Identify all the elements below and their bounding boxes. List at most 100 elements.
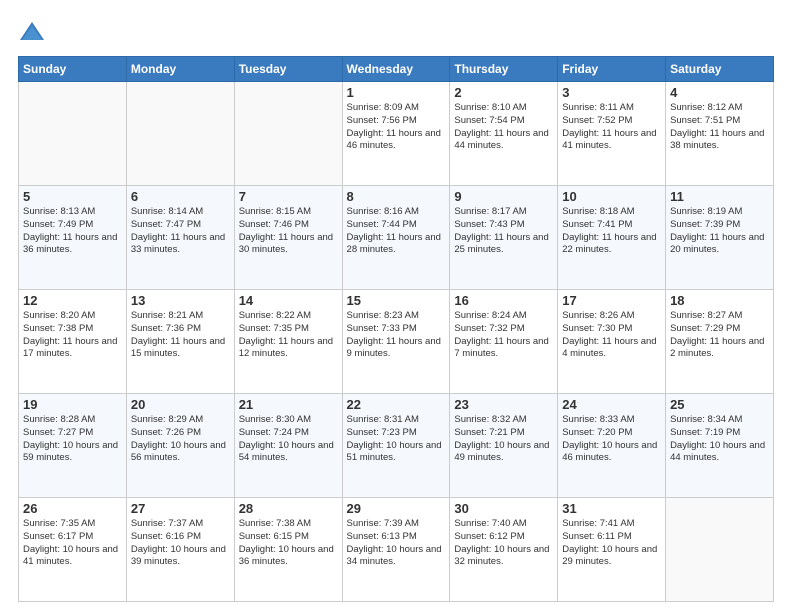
- day-cell-5: 5 Sunrise: 8:13 AMSunset: 7:49 PMDaylight…: [19, 186, 127, 290]
- day-info: Sunrise: 8:17 AMSunset: 7:43 PMDaylight:…: [454, 206, 553, 257]
- day-number: 7: [239, 189, 338, 204]
- day-cell-26: 26 Sunrise: 7:35 AMSunset: 6:17 PMDayligh…: [19, 498, 127, 602]
- day-info: Sunrise: 8:14 AMSunset: 7:47 PMDaylight:…: [131, 206, 230, 257]
- day-cell-2: 2 Sunrise: 8:10 AMSunset: 7:54 PMDaylight…: [450, 82, 558, 186]
- day-info: Sunrise: 7:37 AMSunset: 6:16 PMDaylight:…: [131, 518, 230, 569]
- day-number: 30: [454, 501, 553, 516]
- day-cell-4: 4 Sunrise: 8:12 AMSunset: 7:51 PMDaylight…: [666, 82, 774, 186]
- day-number: 25: [670, 397, 769, 412]
- day-cell-28: 28Sunrise: 7:38 AMSunset: 6:15 PMDayligh…: [234, 498, 342, 602]
- day-number: 24: [562, 397, 661, 412]
- day-number: 31: [562, 501, 661, 516]
- day-info: Sunrise: 8:09 AMSunset: 7:56 PMDaylight:…: [347, 102, 446, 153]
- day-info: Sunrise: 8:27 AMSunset: 7:29 PMDaylight:…: [670, 310, 769, 361]
- day-number: 23: [454, 397, 553, 412]
- day-info: Sunrise: 8:33 AMSunset: 7:20 PMDaylight:…: [562, 414, 661, 465]
- day-number: 16: [454, 293, 553, 308]
- day-cell-14: 14 Sunrise: 8:22 AMSunset: 7:35 PMDayligh…: [234, 290, 342, 394]
- day-info: Sunrise: 8:32 AMSunset: 7:21 PMDaylight:…: [454, 414, 553, 465]
- weekday-header-sunday: Sunday: [19, 57, 127, 82]
- calendar: SundayMondayTuesdayWednesdayThursdayFrid…: [18, 56, 774, 602]
- weekday-header-tuesday: Tuesday: [234, 57, 342, 82]
- logo: [18, 18, 50, 46]
- day-info: Sunrise: 8:21 AMSunset: 7:36 PMDaylight:…: [131, 310, 230, 361]
- day-cell-10: 10 Sunrise: 8:18 AMSunset: 7:41 PMDayligh…: [558, 186, 666, 290]
- day-cell-6: 6 Sunrise: 8:14 AMSunset: 7:47 PMDaylight…: [126, 186, 234, 290]
- day-info: Sunrise: 8:30 AMSunset: 7:24 PMDaylight:…: [239, 414, 338, 465]
- day-cell-11: 11 Sunrise: 8:19 AMSunset: 7:39 PMDayligh…: [666, 186, 774, 290]
- day-info: Sunrise: 8:26 AMSunset: 7:30 PMDaylight:…: [562, 310, 661, 361]
- day-number: 4: [670, 85, 769, 100]
- day-info: Sunrise: 8:28 AMSunset: 7:27 PMDaylight:…: [23, 414, 122, 465]
- day-cell-29: 29Sunrise: 7:39 AMSunset: 6:13 PMDayligh…: [342, 498, 450, 602]
- day-info: Sunrise: 8:13 AMSunset: 7:49 PMDaylight:…: [23, 206, 122, 257]
- day-cell-31: 31 Sunrise: 7:41 AMSunset: 6:11 PMDayligh…: [558, 498, 666, 602]
- day-number: 22: [347, 397, 446, 412]
- day-info: Sunrise: 8:23 AMSunset: 7:33 PMDaylight:…: [347, 310, 446, 361]
- day-number: 28: [239, 501, 338, 516]
- day-info: Sunrise: 8:19 AMSunset: 7:39 PMDaylight:…: [670, 206, 769, 257]
- day-info: Sunrise: 7:40 AMSunset: 6:12 PMDaylight:…: [454, 518, 553, 569]
- day-number: 8: [347, 189, 446, 204]
- day-number: 1: [347, 85, 446, 100]
- week-row-4: 26 Sunrise: 7:35 AMSunset: 6:17 PMDayligh…: [19, 498, 774, 602]
- day-number: 12: [23, 293, 122, 308]
- weekday-header-friday: Friday: [558, 57, 666, 82]
- day-number: 9: [454, 189, 553, 204]
- day-cell-9: 9 Sunrise: 8:17 AMSunset: 7:43 PMDaylight…: [450, 186, 558, 290]
- header: [18, 18, 774, 46]
- weekday-header-row: SundayMondayTuesdayWednesdayThursdayFrid…: [19, 57, 774, 82]
- day-cell-27: 27Sunrise: 7:37 AMSunset: 6:16 PMDayligh…: [126, 498, 234, 602]
- day-info: Sunrise: 7:35 AMSunset: 6:17 PMDaylight:…: [23, 518, 122, 569]
- day-info: Sunrise: 8:10 AMSunset: 7:54 PMDaylight:…: [454, 102, 553, 153]
- day-info: Sunrise: 8:11 AMSunset: 7:52 PMDaylight:…: [562, 102, 661, 153]
- day-info: Sunrise: 8:12 AMSunset: 7:51 PMDaylight:…: [670, 102, 769, 153]
- day-cell-13: 13 Sunrise: 8:21 AMSunset: 7:36 PMDayligh…: [126, 290, 234, 394]
- empty-cell: [19, 82, 127, 186]
- day-number: 3: [562, 85, 661, 100]
- day-number: 26: [23, 501, 122, 516]
- day-cell-24: 24 Sunrise: 8:33 AMSunset: 7:20 PMDayligh…: [558, 394, 666, 498]
- day-cell-16: 16Sunrise: 8:24 AMSunset: 7:32 PMDayligh…: [450, 290, 558, 394]
- day-number: 19: [23, 397, 122, 412]
- weekday-header-monday: Monday: [126, 57, 234, 82]
- day-info: Sunrise: 8:18 AMSunset: 7:41 PMDaylight:…: [562, 206, 661, 257]
- day-cell-17: 17 Sunrise: 8:26 AMSunset: 7:30 PMDayligh…: [558, 290, 666, 394]
- day-number: 6: [131, 189, 230, 204]
- day-cell-21: 21 Sunrise: 8:30 AMSunset: 7:24 PMDayligh…: [234, 394, 342, 498]
- day-info: Sunrise: 8:16 AMSunset: 7:44 PMDaylight:…: [347, 206, 446, 257]
- day-number: 11: [670, 189, 769, 204]
- day-number: 2: [454, 85, 553, 100]
- day-number: 13: [131, 293, 230, 308]
- day-number: 20: [131, 397, 230, 412]
- day-info: Sunrise: 7:39 AMSunset: 6:13 PMDaylight:…: [347, 518, 446, 569]
- week-row-0: 1 Sunrise: 8:09 AMSunset: 7:56 PMDaylight…: [19, 82, 774, 186]
- day-cell-22: 22 Sunrise: 8:31 AMSunset: 7:23 PMDayligh…: [342, 394, 450, 498]
- day-number: 17: [562, 293, 661, 308]
- weekday-header-saturday: Saturday: [666, 57, 774, 82]
- day-info: Sunrise: 8:31 AMSunset: 7:23 PMDaylight:…: [347, 414, 446, 465]
- day-cell-12: 12Sunrise: 8:20 AMSunset: 7:38 PMDayligh…: [19, 290, 127, 394]
- day-info: Sunrise: 8:22 AMSunset: 7:35 PMDaylight:…: [239, 310, 338, 361]
- empty-cell: [234, 82, 342, 186]
- day-info: Sunrise: 8:34 AMSunset: 7:19 PMDaylight:…: [670, 414, 769, 465]
- day-number: 14: [239, 293, 338, 308]
- logo-icon: [18, 18, 46, 46]
- week-row-3: 19 Sunrise: 8:28 AMSunset: 7:27 PMDayligh…: [19, 394, 774, 498]
- day-number: 5: [23, 189, 122, 204]
- day-info: Sunrise: 8:29 AMSunset: 7:26 PMDaylight:…: [131, 414, 230, 465]
- day-cell-7: 7Sunrise: 8:15 AMSunset: 7:46 PMDaylight…: [234, 186, 342, 290]
- day-cell-19: 19 Sunrise: 8:28 AMSunset: 7:27 PMDayligh…: [19, 394, 127, 498]
- day-info: Sunrise: 7:41 AMSunset: 6:11 PMDaylight:…: [562, 518, 661, 569]
- day-number: 21: [239, 397, 338, 412]
- day-cell-3: 3 Sunrise: 8:11 AMSunset: 7:52 PMDaylight…: [558, 82, 666, 186]
- week-row-1: 5 Sunrise: 8:13 AMSunset: 7:49 PMDaylight…: [19, 186, 774, 290]
- day-cell-25: 25 Sunrise: 8:34 AMSunset: 7:19 PMDayligh…: [666, 394, 774, 498]
- weekday-header-thursday: Thursday: [450, 57, 558, 82]
- day-number: 18: [670, 293, 769, 308]
- week-row-2: 12Sunrise: 8:20 AMSunset: 7:38 PMDayligh…: [19, 290, 774, 394]
- day-number: 10: [562, 189, 661, 204]
- page: SundayMondayTuesdayWednesdayThursdayFrid…: [0, 0, 792, 612]
- empty-cell: [666, 498, 774, 602]
- day-cell-23: 23 Sunrise: 8:32 AMSunset: 7:21 PMDayligh…: [450, 394, 558, 498]
